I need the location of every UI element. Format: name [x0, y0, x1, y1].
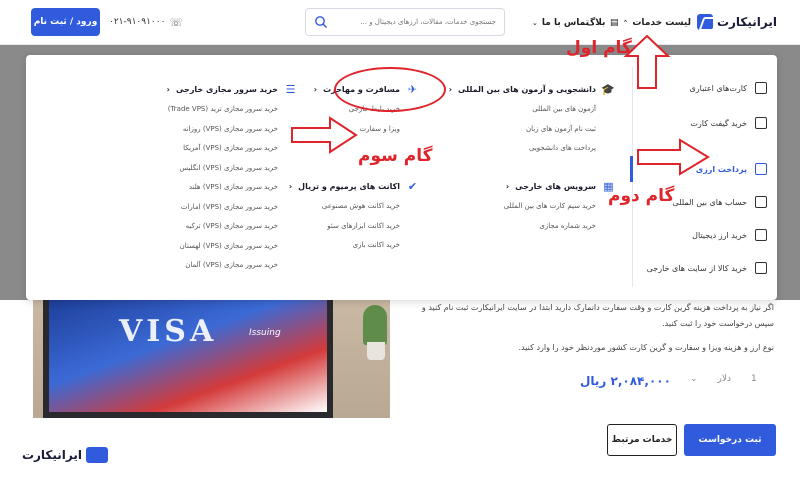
- sidebar-item-label: خرید کالا از سایت های خارجی: [646, 263, 747, 273]
- annotation-arrow-right-icon: [291, 116, 358, 154]
- visa-text: VISA: [119, 314, 218, 349]
- menu-item-vps-turkey[interactable]: خرید سرور مجازی (VPS) ترکیه: [167, 217, 278, 237]
- annotation-step-2: گام دوم: [608, 186, 675, 206]
- chevron-down-icon: ⌄: [532, 18, 538, 27]
- menu-item-virtual-number[interactable]: خرید شماره مجازی: [504, 217, 596, 237]
- phone-number[interactable]: ۰۲۱-۹۱۰۹۱۰۰۰ ☏: [109, 13, 183, 31]
- search-input[interactable]: [326, 18, 496, 26]
- sidebar-item-label: کارت‌های اعتباری: [689, 83, 748, 93]
- logo-mark-icon: [86, 447, 108, 463]
- gift-icon: [755, 117, 767, 129]
- description-text: اگر نیاز به پرداخت هزینه گرین کارت و وقت…: [421, 303, 774, 328]
- sidebar-item-foreign-shopping[interactable]: خرید کالا از سایت های خارجی: [632, 253, 777, 283]
- crypto-icon: [755, 229, 767, 241]
- check-badge-icon: ✔: [407, 180, 418, 193]
- chevron-left-icon: ‹: [313, 85, 318, 94]
- menu-item-vps-uk[interactable]: خرید سرور مجازی (VPS) انگلیس: [167, 159, 279, 179]
- submit-request-button[interactable]: ثبت درخواست: [684, 424, 776, 456]
- sidebar-item-label: حساب های بین المللی: [672, 197, 747, 207]
- column-header[interactable]: ☰ خرید سرور مجازی خارجی ‹: [167, 83, 297, 96]
- quantity-value[interactable]: 1: [751, 374, 757, 384]
- currency-label: دلار: [717, 374, 732, 384]
- column-title: سرویس های خارجی: [515, 182, 596, 191]
- menu-item-vps-netherlands[interactable]: خرید سرور مجازی (VPS) هلند: [167, 178, 278, 198]
- column-vps: ☰ خرید سرور مجازی خارجی ‹ خرید سرور مجاز…: [167, 83, 297, 276]
- annotation-arrow-right-icon: [637, 138, 710, 176]
- menu-item-sim-cards[interactable]: خرید سیم کارت های بین المللی: [504, 197, 596, 217]
- menu-item-game-account[interactable]: خرید اکانت بازی: [289, 236, 400, 256]
- search-icon[interactable]: [314, 15, 328, 29]
- mega-menu-sidebar: کارت‌های اعتباری خرید گیفت کارت پرداخت ا…: [630, 67, 777, 287]
- related-services-button[interactable]: خدمات مرتبط: [607, 424, 677, 456]
- bank-icon: [755, 163, 767, 175]
- list-icon: ▤: [610, 17, 619, 28]
- price-value: ۲,۰۸۴,۰۰۰ ریال: [580, 374, 671, 388]
- menu-item-vps-uae[interactable]: خرید سرور مجازی (VPS) امارات: [167, 198, 278, 218]
- phone-text: ۰۲۱-۹۱۰۹۱۰۰۰: [109, 17, 166, 27]
- column-header[interactable]: 🎓 دانشجویی و آزمون های بین المللی ‹: [449, 83, 615, 96]
- column-title: اکانت های پرمیوم و تریال: [298, 182, 400, 191]
- footer-logo: ایرانیکارت: [8, 443, 108, 467]
- column-title: دانشجویی و آزمون های بین المللی: [458, 85, 596, 94]
- menu-item-vps-trade[interactable]: خرید سرور مجازی ترید (Trade VPS): [167, 100, 278, 120]
- sidebar-item-crypto[interactable]: خرید ارز دیجیتال: [632, 220, 777, 250]
- annotation-step-1: گام اول: [566, 38, 632, 58]
- menu-item-vps-usa[interactable]: خرید سرور مجازی (VPS) آمریکا: [167, 139, 278, 159]
- nav-blog-label: بلاگ: [586, 17, 606, 28]
- column-premium-accounts: ✔ اکانت های پرمیوم و تریال ‹ خرید اکانت …: [289, 180, 419, 256]
- currency-select[interactable]: 1 دلار ⌄: [690, 374, 757, 384]
- column-header[interactable]: ✔ اکانت های پرمیوم و تریال ‹: [289, 180, 419, 193]
- graduation-cap-icon: 🎓: [601, 83, 615, 96]
- plant-image: [363, 305, 387, 345]
- site-logo[interactable]: ایرانیکارت: [697, 10, 777, 34]
- logo-text: ایرانیکارت: [21, 448, 82, 462]
- top-header: ورود / ثبت نام ۰۲۱-۹۱۰۹۱۰۰۰ ☏ تماس با ما…: [0, 0, 800, 45]
- credit-card-icon: [755, 82, 767, 94]
- menu-item-seo-tools-account[interactable]: خرید اکانت ابزارهای سئو: [289, 217, 400, 237]
- login-button[interactable]: ورود / ثبت نام: [31, 8, 100, 36]
- menu-item-intl-exams[interactable]: آزمون های بین المللی: [449, 100, 596, 120]
- issuing-text: Issuing: [249, 328, 281, 338]
- headset-icon: ☏: [169, 15, 184, 29]
- nav-services-label: لیست خدمات: [632, 17, 691, 28]
- nav-contact-label: تماس با ما: [541, 17, 590, 28]
- server-icon: ☰: [285, 83, 296, 96]
- column-header[interactable]: ▦ سرویس های خارجی ‹: [504, 180, 615, 193]
- chevron-down-icon: ⌄: [690, 374, 698, 384]
- box-icon: [755, 262, 767, 274]
- menu-item-vps-germany[interactable]: خرید سرور مجازی (VPS) آلمان: [167, 256, 278, 276]
- plant-pot: [367, 342, 385, 360]
- menu-item-language-exams[interactable]: ثبت نام آزمون های زبان: [449, 120, 596, 140]
- menu-item-ai-account[interactable]: خرید اکانت هوش مصنوعی: [289, 197, 400, 217]
- logo-text: ایرانیکارت: [716, 15, 777, 29]
- product-image: VISA Issuing: [33, 300, 390, 418]
- annotation-step-3: گام سوم: [358, 146, 433, 166]
- chevron-left-icon: ‹: [166, 85, 170, 94]
- chevron-left-icon: ‹: [448, 85, 452, 94]
- sidebar-item-gift-card[interactable]: خرید گیفت کارت: [632, 108, 777, 138]
- menu-item-vps-daily[interactable]: خرید سرور مجازی (VPS) روزانه: [167, 120, 278, 140]
- laptop-screen: VISA Issuing: [43, 300, 333, 418]
- description-text-2: نوع ارز و هزینه ویزا و سفارت و گرین کارت…: [518, 343, 774, 352]
- sidebar-item-label: خرید گیفت کارت: [690, 118, 747, 128]
- chevron-left-icon: ‹: [505, 182, 510, 191]
- sidebar-item-label: خرید ارز دیجیتال: [692, 230, 747, 240]
- annotation-circle: [334, 67, 446, 112]
- column-title: خرید سرور مجازی خارجی: [175, 85, 278, 94]
- menu-item-vps-poland[interactable]: خرید سرور مجازی (VPS) لهستان: [167, 237, 278, 257]
- column-student: 🎓 دانشجویی و آزمون های بین المللی ‹ آزمو…: [449, 83, 615, 159]
- menu-item-student-payments[interactable]: پرداخت های دانشجویی: [449, 139, 596, 159]
- piggy-bank-icon: [755, 196, 767, 208]
- column-foreign-services: ▦ سرویس های خارجی ‹ خرید سیم کارت های بی…: [504, 180, 615, 236]
- logo-mark-icon: [697, 14, 713, 30]
- chevron-up-icon: ⌃: [622, 18, 629, 27]
- search-box[interactable]: [305, 8, 505, 36]
